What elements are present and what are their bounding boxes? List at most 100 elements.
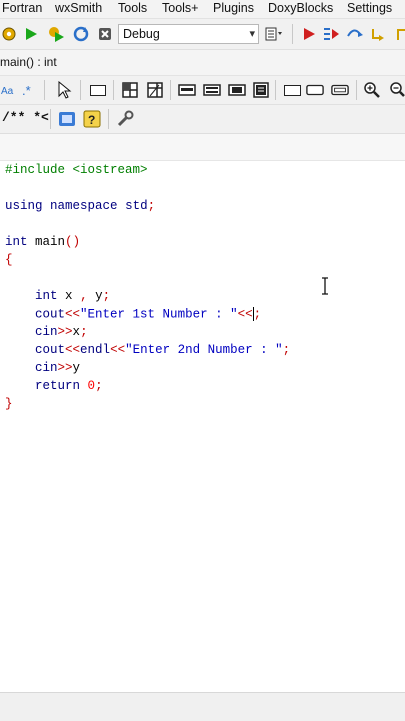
code-line[interactable]: int x , y; — [5, 289, 110, 307]
toolbar-separator — [275, 80, 276, 100]
menu-wxsmith[interactable]: wxSmith — [55, 1, 102, 15]
code-operator: << — [110, 343, 126, 357]
code-line[interactable]: } — [5, 397, 13, 415]
code-line[interactable]: return 0; — [5, 379, 103, 397]
doxy-comment-button[interactable]: /** *< — [2, 110, 49, 125]
code-line[interactable]: cin>>x; — [5, 325, 88, 343]
build-target-select[interactable]: Debug ▾ — [118, 24, 259, 44]
run-icon[interactable] — [22, 25, 40, 43]
toolbar-separator — [108, 109, 109, 129]
chevron-down-icon: ▾ — [249, 28, 255, 40]
zoom-in-icon[interactable] — [363, 81, 381, 99]
code-identifier: std — [125, 199, 148, 213]
code-identifier: x — [72, 325, 81, 339]
text-cursor-ibeam-icon — [320, 277, 330, 295]
menu-fortran[interactable]: Fortran — [2, 1, 42, 15]
code-identifier: y — [72, 361, 81, 375]
menu-tools-plus[interactable]: Tools+ — [162, 1, 198, 15]
editor-toolbar: Aa .* — [0, 76, 405, 105]
svg-text:Aa: Aa — [1, 86, 14, 97]
flex-grid-sizer-icon[interactable] — [146, 81, 164, 99]
rebuild-icon[interactable] — [72, 25, 90, 43]
toggle-button-icon[interactable] — [331, 81, 349, 99]
toolbar-separator — [292, 24, 293, 44]
code-keyword: int — [35, 289, 58, 303]
pointer-icon[interactable] — [55, 81, 73, 99]
show-options-icon[interactable] — [265, 25, 283, 43]
build-and-run-icon[interactable] — [47, 25, 65, 43]
build-gear-icon[interactable] — [0, 25, 18, 43]
button-widget-icon[interactable] — [306, 81, 324, 99]
code-line[interactable]: cout<<endl<<"Enter 2nd Number : "; — [5, 343, 290, 361]
menu-settings[interactable]: Settings — [347, 1, 392, 15]
code-operator: ; — [102, 289, 111, 303]
debug-continue-icon[interactable] — [300, 25, 318, 43]
code-operator: ( — [65, 235, 73, 249]
build-toolbar: Debug ▾ — [0, 19, 405, 50]
code-operator: , — [80, 289, 88, 303]
preferences-wrench-icon[interactable] — [116, 110, 134, 128]
code-line[interactable]: using namespace std; — [5, 199, 155, 217]
code-line[interactable]: { — [5, 253, 13, 271]
spacer-icon[interactable] — [284, 85, 301, 96]
code-operator: ; — [282, 343, 291, 357]
std-dialog-sizer-icon[interactable] — [252, 81, 270, 99]
static-box-sizer-icon[interactable] — [203, 81, 221, 99]
scope-function-dropdown[interactable]: main() : int — [0, 55, 57, 69]
box-sizer-icon[interactable] — [178, 81, 196, 99]
menu-bar: Fortran wxSmith Tools Tools+ Plugins Dox… — [0, 0, 405, 19]
code-line[interactable]: cout<<"Enter 1st Number : "<<; — [5, 307, 261, 325]
code-operator: { — [5, 253, 13, 267]
code-line[interactable]: cin>>y — [5, 361, 80, 379]
wrap-sizer-icon[interactable] — [228, 81, 246, 99]
svg-text:.*: .* — [22, 83, 31, 98]
step-out-icon[interactable] — [393, 25, 405, 43]
code-operator: ; — [95, 379, 103, 393]
code-keyword: return — [35, 379, 81, 393]
code-identifier: cin — [35, 361, 58, 375]
code-keyword: int — [5, 235, 28, 249]
step-into-icon[interactable] — [370, 25, 388, 43]
step-over-icon[interactable] — [346, 25, 364, 43]
doxywizard-icon[interactable] — [58, 110, 76, 128]
code-operator: >> — [57, 361, 73, 375]
code-identifier: main — [35, 235, 66, 249]
code-operator: ; — [253, 307, 262, 322]
toolbar-separator — [50, 109, 51, 129]
code-identifier: cout — [35, 307, 66, 322]
match-case-icon[interactable]: Aa — [0, 81, 18, 99]
code-line[interactable]: int main() — [5, 235, 80, 253]
grid-sizer-icon[interactable] — [121, 81, 139, 99]
doxy-help-icon[interactable]: ? — [83, 110, 101, 128]
menu-doxyblocks[interactable]: DoxyBlocks — [268, 1, 333, 15]
toolbar-separator — [113, 80, 114, 100]
code-operator: << — [237, 307, 253, 322]
zoom-out-icon[interactable] — [388, 81, 405, 99]
menu-plugins[interactable]: Plugins — [213, 1, 254, 15]
regex-icon[interactable]: .* — [19, 81, 37, 99]
code-operator: ; — [80, 325, 88, 339]
code-identifier: cout — [35, 343, 66, 357]
code-keyword: using — [5, 199, 43, 213]
toolbar-separator — [356, 80, 357, 100]
code-line[interactable]: #include <iostream> — [5, 163, 148, 181]
run-to-cursor-icon[interactable] — [322, 25, 340, 43]
code-string: "Enter 2nd Number : " — [125, 343, 283, 357]
abort-icon[interactable] — [96, 25, 114, 43]
menu-tools[interactable]: Tools — [118, 1, 147, 15]
panel-icon[interactable] — [90, 85, 106, 96]
code-editor[interactable]: #include <iostream> using namespace std; i… — [0, 161, 405, 691]
toolbar-separator — [80, 80, 81, 100]
build-target-value: Debug — [123, 27, 160, 41]
code-identifier: y — [95, 289, 103, 303]
